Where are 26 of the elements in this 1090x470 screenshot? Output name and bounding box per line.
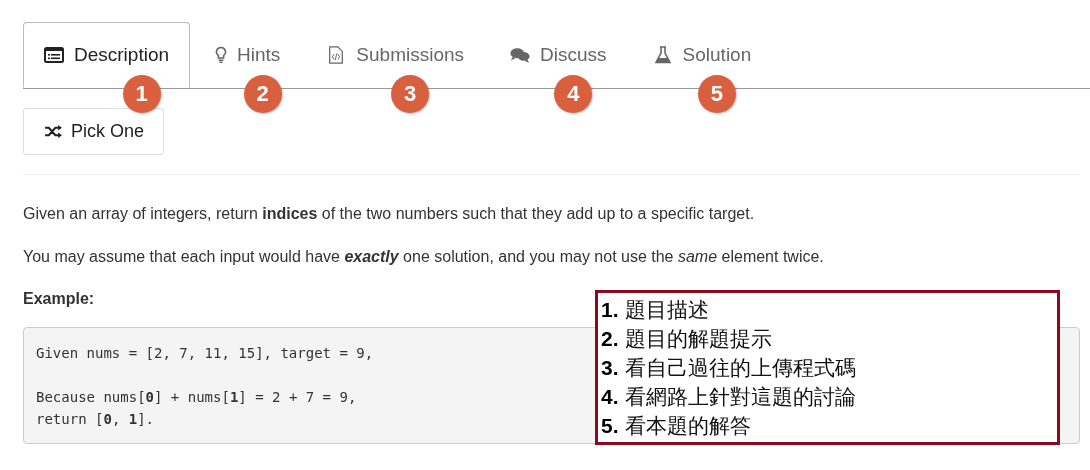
number-badge: 4 [554,75,593,113]
number-badge: 5 [697,75,736,113]
flask-icon [652,46,673,64]
number-badge: 2 [243,75,282,113]
number-badge: 3 [391,75,430,113]
annotation-text: 看自己過往的上傳程式碼 [624,355,856,382]
annotation-text: 題目的解題提示 [624,326,772,353]
paragraph: You may assume that each input would have exactly one solution, and you may not use the same element twice. [23,248,825,266]
list-number: 2. [601,326,619,352]
code-line: Given nums = [2, 7, 11, 15], target = 9, [36,345,374,361]
list-number: 5. [601,413,619,439]
lightbulb-icon [215,46,228,64]
list-number: 4. [601,384,619,410]
annotation-text: 看網路上針對這題的討論 [624,384,856,411]
chat-bubbles-icon [510,46,531,64]
example-heading: Example: [23,290,96,308]
code-line: Because nums[0] + nums[1] = 2 + 7 = 9, [36,389,357,405]
list-number: 3. [601,355,619,381]
pick-one-button[interactable]: Pick One [23,108,164,155]
list-icon [44,46,64,64]
paragraph: Given an array of integers, return indices of the two numbers such that they add up to a specific target. [23,205,756,223]
annotation-text: 題目描述 [624,297,709,324]
annotation-text: 看本題的解答 [624,413,751,440]
code-line: return [0, 1]. [36,411,155,427]
shuffle-icon [44,124,63,139]
list-number: 1. [601,297,619,323]
